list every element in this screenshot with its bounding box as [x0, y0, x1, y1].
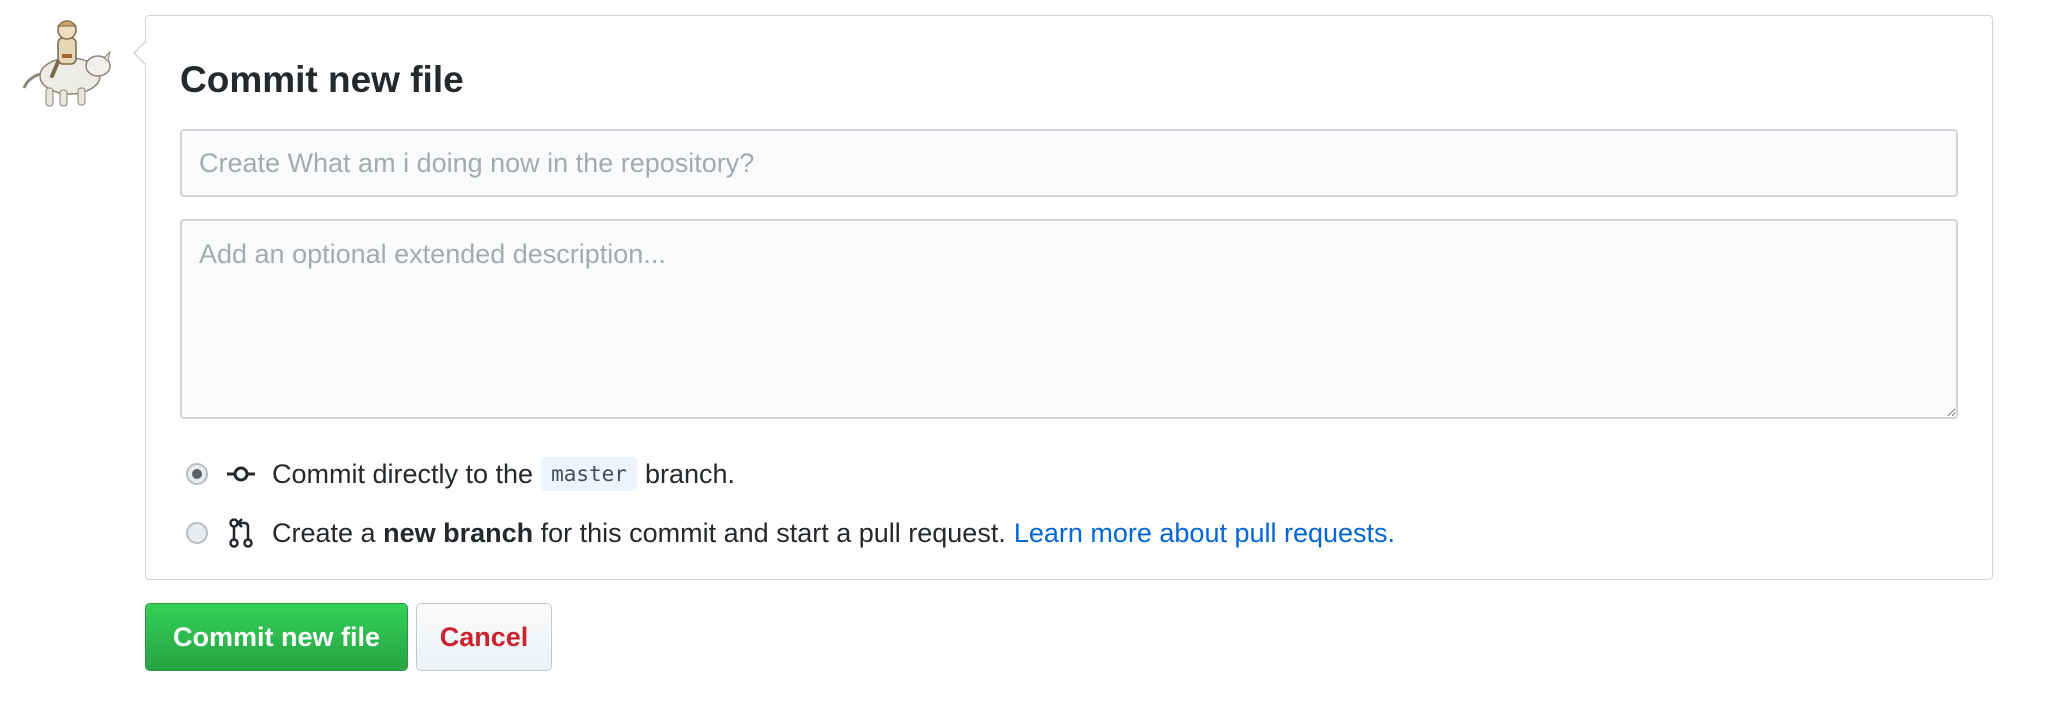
new-branch-bold-text: new branch [383, 517, 534, 548]
branch-name-badge: master [541, 457, 637, 491]
commit-direct-text-before: Commit directly to the [272, 458, 534, 489]
commit-form-title: Commit new file [180, 59, 464, 100]
commit-form-box: Commit new file Commit directly to the m… [133, 15, 1993, 580]
avatar-image [22, 20, 111, 107]
commit-description-input[interactable] [180, 219, 1958, 419]
git-pull-request-icon [226, 518, 256, 548]
commit-direct-radio[interactable] [186, 463, 208, 485]
git-commit-icon [226, 459, 256, 489]
new-branch-text-before: Create a [272, 517, 376, 548]
avatar[interactable] [18, 14, 114, 110]
commit-summary-input[interactable] [180, 129, 1958, 197]
new-branch-radio[interactable] [186, 522, 208, 544]
commit-direct-option[interactable]: Commit directly to the master branch. [186, 454, 735, 494]
commit-direct-text-after: branch. [644, 458, 735, 489]
new-branch-text-after: for this commit and start a pull request… [540, 517, 1006, 548]
cancel-button[interactable]: Cancel [416, 603, 552, 671]
learn-more-pull-requests-link[interactable]: Learn more about pull requests. [1014, 518, 1395, 549]
commit-page: Commit new file Commit directly to the m… [0, 0, 2045, 704]
commit-new-file-button[interactable]: Commit new file [145, 603, 408, 671]
new-branch-option[interactable]: Create a new branch for this commit and … [186, 513, 1395, 553]
